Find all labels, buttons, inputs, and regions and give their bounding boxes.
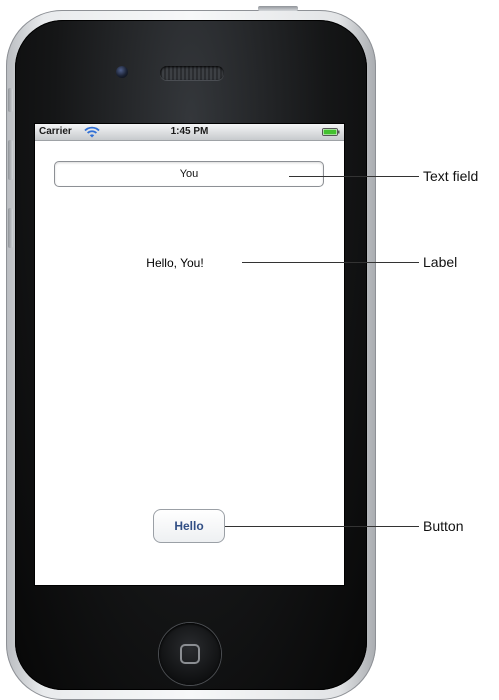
greeting-label: Hello, You! — [146, 256, 204, 270]
speaker-grille-icon — [160, 66, 224, 80]
button-callout-label: Button — [423, 518, 464, 534]
volume-down-button — [8, 208, 13, 248]
home-button[interactable] — [159, 623, 221, 685]
label-callout-label: Label — [423, 254, 458, 270]
hello-button[interactable]: Hello — [153, 509, 225, 543]
battery-icon — [322, 128, 340, 136]
device-screen: Carrier 1:45 PM You Hello, You! Hello — [35, 124, 344, 585]
mute-switch — [8, 88, 13, 112]
label-callout-line — [242, 262, 419, 263]
sleep-button — [258, 6, 298, 11]
text-field-callout-line — [289, 176, 419, 177]
status-time: 1:45 PM — [170, 126, 209, 137]
text-field-callout-label: Text field — [423, 168, 479, 184]
home-button-icon — [180, 644, 200, 664]
button-callout-line — [225, 526, 419, 527]
status-bar: Carrier 1:45 PM — [35, 124, 344, 141]
volume-up-button — [8, 140, 13, 180]
camera-icon — [116, 66, 128, 78]
name-text-field[interactable]: You — [54, 161, 324, 187]
